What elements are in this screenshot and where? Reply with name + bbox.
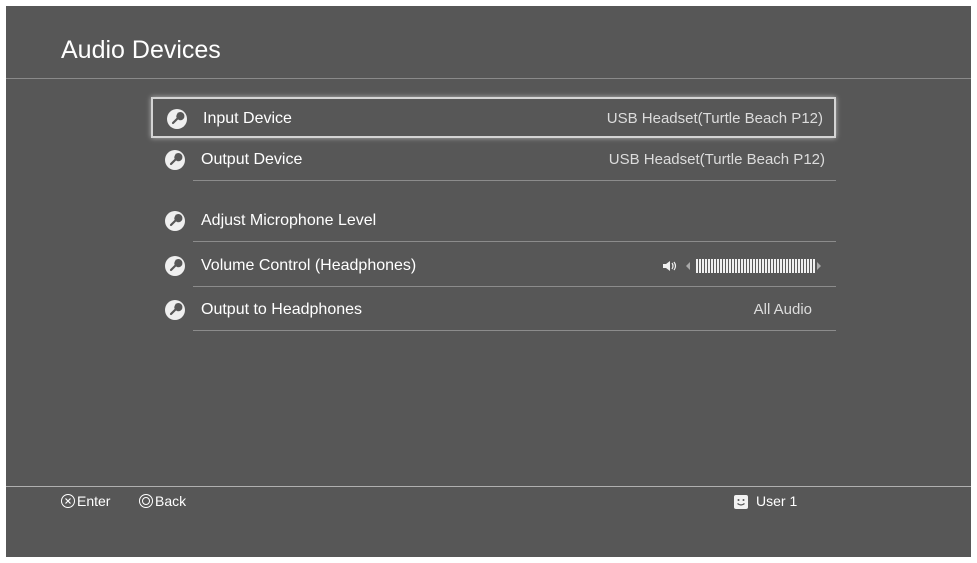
volume-bar-segment — [702, 259, 704, 273]
volume-bar-segment — [810, 259, 812, 273]
volume-bar-segment — [753, 259, 755, 273]
volume-decrease-arrow[interactable] — [686, 262, 690, 270]
user-name[interactable]: User 1 — [756, 493, 797, 509]
volume-bar-segment — [801, 259, 803, 273]
volume-bar-segment — [705, 259, 707, 273]
page-title: Audio Devices — [61, 36, 221, 64]
cross-button-icon — [61, 494, 75, 508]
wrench-icon — [165, 300, 185, 320]
volume-bar-segment — [696, 259, 698, 273]
volume-slider[interactable] — [662, 259, 828, 273]
menu-item-volume-control[interactable]: Volume Control (Headphones) — [151, 246, 836, 287]
menu-item-label: Volume Control (Headphones) — [201, 257, 417, 274]
volume-bar-segment — [762, 259, 764, 273]
user-face-icon — [734, 495, 748, 509]
menu-item-label: Adjust Microphone Level — [201, 212, 377, 229]
volume-bar-segment — [726, 259, 728, 273]
volume-bar-segment — [750, 259, 752, 273]
volume-bar-segment — [789, 259, 791, 273]
volume-bar-segment — [732, 259, 734, 273]
volume-bar-segment — [714, 259, 716, 273]
volume-bar-segment — [747, 259, 749, 273]
menu-item-output-to-headphones[interactable]: Output to Headphones All Audio — [151, 290, 836, 331]
menu-item-value: All Audio — [753, 301, 812, 318]
volume-bar-segment — [699, 259, 701, 273]
volume-bar-segment — [717, 259, 719, 273]
volume-level-bars — [696, 259, 815, 273]
volume-bar-segment — [759, 259, 761, 273]
audio-devices-screen: Audio Devices Input Device USB Headset(T… — [6, 6, 971, 557]
volume-bar-segment — [738, 259, 740, 273]
row-divider — [193, 330, 836, 331]
header-divider — [6, 78, 971, 79]
volume-bar-segment — [756, 259, 758, 273]
volume-bar-segment — [792, 259, 794, 273]
menu-item-value: USB Headset(Turtle Beach P12) — [606, 110, 823, 127]
row-divider — [193, 180, 836, 181]
volume-bar-segment — [765, 259, 767, 273]
volume-bar-segment — [711, 259, 713, 273]
menu-item-adjust-microphone-level[interactable]: Adjust Microphone Level — [151, 201, 836, 242]
volume-bar-segment — [774, 259, 776, 273]
volume-bar-segment — [777, 259, 779, 273]
volume-bar-segment — [813, 259, 815, 273]
volume-bar-segment — [783, 259, 785, 273]
volume-increase-arrow[interactable] — [817, 262, 821, 270]
row-divider — [193, 241, 836, 242]
volume-bar-segment — [723, 259, 725, 273]
volume-bar-segment — [720, 259, 722, 273]
row-divider — [193, 286, 836, 287]
menu-item-output-device[interactable]: Output Device USB Headset(Turtle Beach P… — [151, 140, 836, 181]
volume-bar-segment — [780, 259, 782, 273]
menu-item-label: Output to Headphones — [201, 301, 363, 318]
volume-bar-segment — [795, 259, 797, 273]
volume-bar-segment — [804, 259, 806, 273]
volume-bar-segment — [741, 259, 743, 273]
volume-bar-segment — [807, 259, 809, 273]
volume-bar-segment — [735, 259, 737, 273]
volume-bar-segment — [771, 259, 773, 273]
volume-bar-segment — [798, 259, 800, 273]
wrench-icon — [165, 150, 185, 170]
volume-bar-segment — [744, 259, 746, 273]
menu-item-label: Output Device — [201, 151, 303, 168]
volume-bar-segment — [786, 259, 788, 273]
volume-bar-segment — [708, 259, 710, 273]
speaker-icon — [663, 261, 677, 271]
enter-label: Enter — [77, 493, 111, 509]
volume-bar-segment — [768, 259, 770, 273]
menu-item-input-device[interactable]: Input Device USB Headset(Turtle Beach P1… — [151, 97, 836, 138]
footer-divider — [6, 486, 971, 487]
back-label: Back — [155, 493, 187, 509]
wrench-icon — [165, 256, 185, 276]
volume-bar-segment — [729, 259, 731, 273]
menu-item-label: Input Device — [203, 110, 292, 127]
circle-button-icon — [139, 494, 153, 508]
menu-item-value: USB Headset(Turtle Beach P12) — [608, 151, 825, 168]
wrench-icon — [167, 109, 187, 129]
wrench-icon — [165, 211, 185, 231]
